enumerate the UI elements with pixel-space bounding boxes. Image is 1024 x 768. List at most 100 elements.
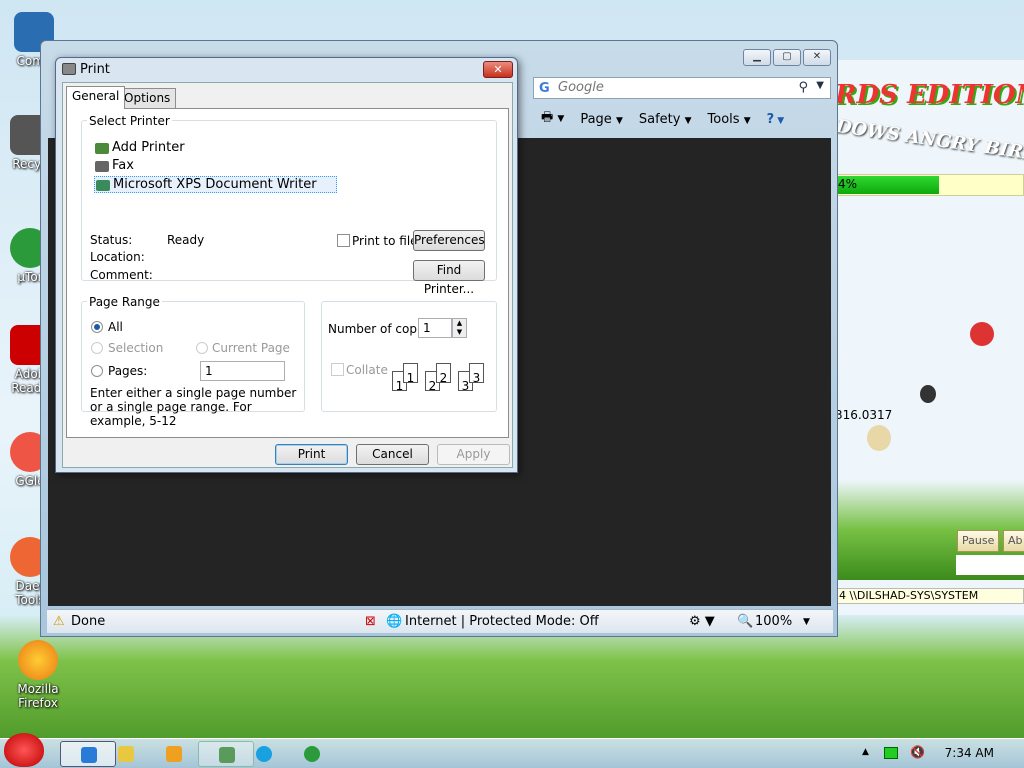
search-icon[interactable]: ⚲ (798, 80, 808, 95)
zoom-dropdown-icon[interactable]: ▼ (803, 617, 810, 627)
dialog-title: Print (80, 62, 110, 77)
pause-button[interactable]: Pause (957, 530, 1000, 552)
tray-expand-icon[interactable]: ▲ (862, 747, 869, 757)
version-text: 316.0317 (835, 408, 893, 422)
desktop-icon-firefox[interactable]: Mozilla Firefox (8, 640, 68, 710)
general-tab-page: Select Printer Add Printer Fax Microsoft… (66, 108, 509, 438)
print-to-file-label: Print to file (352, 234, 418, 248)
collate-label: Collate (346, 363, 388, 377)
background-progress-bar: 4% (835, 174, 1024, 196)
location-label: Location: (90, 250, 145, 264)
angry-bird-icon (970, 322, 994, 346)
status-value: Ready (167, 233, 205, 247)
search-placeholder: Google (558, 80, 604, 95)
clock[interactable]: 7:34 AM (945, 746, 994, 760)
current-page-radio (196, 342, 208, 354)
minimize-button[interactable]: ▁ (743, 49, 771, 66)
taskbar-button-media[interactable] (146, 741, 202, 767)
utorrent-icon (304, 746, 320, 762)
network-icon[interactable] (884, 747, 898, 759)
help-icon[interactable]: ? ▼ (767, 112, 785, 127)
firefox-icon (18, 640, 58, 680)
all-label: All (108, 320, 123, 334)
collate-checkbox (331, 363, 344, 376)
progress-text: 4% (838, 177, 858, 191)
current-page-label: Current Page (212, 341, 290, 355)
maximize-button[interactable]: ▢ (773, 49, 801, 66)
safety-menu[interactable]: Safety ▼ (639, 112, 692, 127)
dialog-body: General Options Select Printer Add Print… (62, 82, 513, 468)
folder-icon (118, 746, 134, 762)
search-dropdown-icon[interactable]: ▼ (816, 80, 824, 91)
search-input[interactable]: G Google ⚲ ▼ (533, 77, 831, 99)
warning-icon: ⚠ (53, 614, 65, 629)
tools-menu[interactable]: Tools ▼ (708, 112, 751, 127)
path-text: 4 \\DILSHAD-SYS\SYSTEM (835, 588, 1024, 604)
xps-printer-icon (96, 180, 110, 191)
pages-label: Pages: (108, 364, 148, 378)
select-printer-label: Select Printer (87, 114, 172, 128)
status-text: Done (71, 614, 106, 629)
skype-icon (256, 746, 272, 762)
comment-label: Comment: (90, 268, 153, 282)
collate-page-2b: 2 (436, 363, 451, 385)
copies-spinner[interactable]: ▲ ▼ (452, 318, 467, 338)
pages-input[interactable]: 1 (200, 361, 285, 381)
copies-input[interactable]: 1 (418, 318, 452, 338)
printer-xps[interactable]: Microsoft XPS Document Writer (94, 176, 337, 193)
close-button[interactable]: ✕ (483, 61, 513, 78)
print-button[interactable]: Print (275, 444, 348, 465)
desktop-icon-label: Mozilla Firefox (17, 682, 59, 710)
ie-icon (81, 747, 97, 763)
volume-muted-icon[interactable]: 🔇 (910, 745, 925, 759)
desktop-icon-label: µTor (17, 270, 43, 284)
apply-button: Apply (437, 444, 510, 465)
background-app-title: RDS EDITION (835, 80, 1024, 110)
tab-general[interactable]: General (66, 86, 126, 109)
status-label: Status: (90, 233, 133, 247)
zoom-icon: 🔍 (737, 614, 754, 629)
all-radio[interactable] (91, 321, 103, 333)
printer-icon (62, 63, 76, 75)
add-printer-icon (95, 143, 109, 154)
printer-add[interactable]: Add Printer (94, 140, 185, 157)
page-menu[interactable]: Page ▼ (580, 112, 623, 127)
background-app-subtitle: DOWS ANGRY BIRD (835, 115, 1024, 166)
selection-label: Selection (108, 341, 164, 355)
print-to-file-checkbox[interactable] (337, 234, 350, 247)
globe-icon: 🌐 (386, 614, 403, 629)
preferences-button[interactable]: Preferences (413, 230, 485, 251)
background-app-window: RDS EDITION DOWS ANGRY BIRD 4% 316.0317 … (835, 60, 1024, 615)
tab-options[interactable]: Options (118, 88, 177, 108)
start-button-angry-bird-icon[interactable] (4, 733, 44, 767)
taskbar: ▲ 🔇 7:34 AM (0, 733, 1024, 768)
collate-page-1b: 1 (403, 363, 418, 385)
status-bar: ⚠ Done ⊠ 🌐 Internet | Protected Mode: Of… (47, 609, 833, 633)
bomb-bird-icon (920, 385, 936, 403)
pages-radio[interactable] (91, 365, 103, 377)
page-range-hint: Enter either a single page number or a s… (90, 386, 297, 428)
protected-mode-icon[interactable]: ⚙ ▼ (689, 614, 715, 629)
taskbar-button-utorrent[interactable] (284, 741, 340, 767)
print-dialog: Print ✕ General Options Select Printer A… (55, 57, 518, 473)
white-bird-icon (867, 425, 891, 451)
abort-button[interactable]: Ab (1003, 530, 1024, 552)
fax-icon (95, 161, 109, 172)
window-caption-buttons: ▁ ▢ ✕ (743, 49, 831, 66)
printer-icon[interactable]: 🖶 ▼ (541, 108, 564, 130)
page-range-label: Page Range (87, 295, 162, 309)
files-icon (219, 747, 235, 763)
selection-radio (91, 342, 103, 354)
collate-page-3b: 3 (469, 363, 484, 385)
zone-text: Internet | Protected Mode: Off (405, 614, 599, 629)
google-icon: G (539, 81, 550, 96)
close-button[interactable]: ✕ (803, 49, 831, 66)
copies-group (321, 301, 497, 412)
media-player-icon (166, 746, 182, 762)
printer-fax[interactable]: Fax (94, 158, 134, 175)
command-bar: 🖶 ▼ Page ▼ Safety ▼ Tools ▼ ? ▼ (511, 107, 833, 131)
zoom-level[interactable]: 100% (755, 614, 792, 629)
cancel-button[interactable]: Cancel (356, 444, 429, 465)
find-printer-button[interactable]: Find Printer... (413, 260, 485, 296)
blocked-icon: ⊠ (365, 614, 376, 629)
